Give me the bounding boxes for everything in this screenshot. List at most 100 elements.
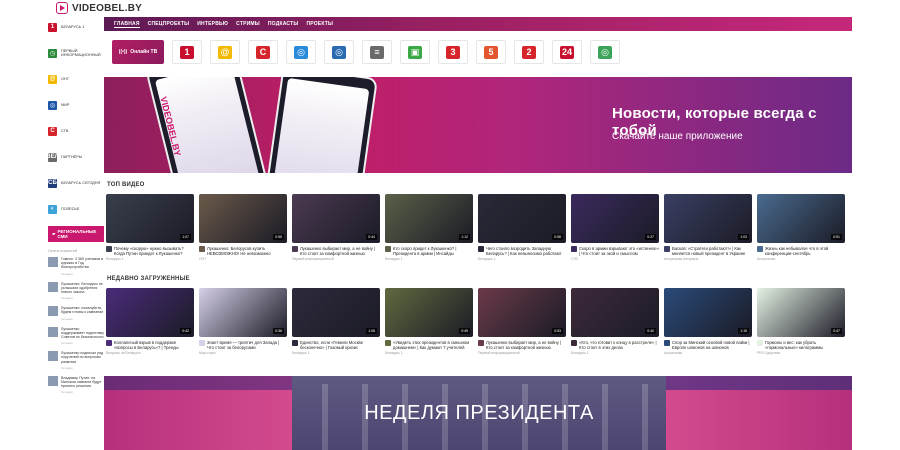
video-title[interactable]: Единство, если «Гемели Москве бесконечно… xyxy=(292,340,380,350)
recent-row: 0:42 Коллапсный взрыв в поддержке «вопрос… xyxy=(106,288,856,355)
president-week-banner[interactable]: НЕДЕЛЯ ПРЕЗИДЕНТА xyxy=(104,376,852,450)
sidebar-channel[interactable]: ◷ ПЕРВЫЙ ИНФОРМАЦИОННЫЙ xyxy=(48,44,104,62)
video-title[interactable]: Лукашенко выбирает мир, а не войну | Кто… xyxy=(478,340,566,350)
video-card[interactable]: 1:07 Почему «скорую» нужно вызывать? Когд… xyxy=(106,194,194,261)
channel-tile[interactable]: @ xyxy=(210,40,240,64)
video-thumbnail[interactable]: 0:55 xyxy=(199,194,287,243)
video-thumbnail[interactable]: 0:49 xyxy=(385,288,473,337)
video-thumbnail[interactable]: 0:42 xyxy=(106,288,194,337)
nav-item[interactable]: СТРИМЫ xyxy=(236,21,260,27)
channel-tile[interactable]: ≡ xyxy=(362,40,392,64)
channel-tile[interactable]: 2 xyxy=(514,40,544,64)
video-thumbnail[interactable]: 0:44 xyxy=(292,194,380,243)
video-title[interactable]: Лукашенко: Белорусов купить НЕВОЗМОЖНО! … xyxy=(199,246,287,256)
top-video-title: ТОП ВИДЕО xyxy=(107,182,145,188)
channel-logo-icon: ▣ xyxy=(408,45,422,59)
phone-mockup-right xyxy=(262,77,378,173)
video-duration: 0:53 xyxy=(552,328,563,334)
channel-tile[interactable]: 3 xyxy=(438,40,468,64)
video-thumbnail[interactable]: 0:36 xyxy=(199,288,287,337)
video-card[interactable]: 0:36 Знает время — триптич для Запада | Ч… xyxy=(199,288,287,355)
video-card[interactable]: 0:49 «Увидеть этих президентов в смешном … xyxy=(385,288,473,355)
video-thumbnail[interactable]: 1:07 xyxy=(106,194,194,243)
video-thumbnail[interactable]: 0:58 xyxy=(478,194,566,243)
feed-item[interactable]: Лукашенко: Белорусы не услышали одобрени… xyxy=(48,281,104,301)
video-card[interactable]: 0:58 Чего стоило возродить Западную Белар… xyxy=(478,194,566,261)
channel-tile[interactable]: ▣ xyxy=(400,40,430,64)
video-thumbnail[interactable]: 1:08 xyxy=(292,288,380,337)
channel-tile[interactable]: ◎ xyxy=(324,40,354,64)
sidebar: 1 БЕЛАРУСЬ 1 ◷ ПЕРВЫЙ ИНФОРМАЦИОННЫЙ @ ОНТ ◎ МИ… xyxy=(46,18,104,450)
sidebar-channel[interactable]: СБ БЕЛАРУСЬ СЕГОДНЯ xyxy=(48,174,104,192)
video-thumbnail[interactable]: 0:40 xyxy=(571,288,659,337)
channel-badge-icon xyxy=(385,340,391,346)
video-title-text: Жизнь как небывалое что в этой конференц… xyxy=(765,246,829,256)
feed-item[interactable]: Лукашенко поддерживает подготовку Совето… xyxy=(48,326,104,345)
feed-item[interactable]: Гомель: 3 380 учеников в кружках в Год б… xyxy=(48,257,104,276)
regional-media-button[interactable]: ▰ РЕГИОНАЛЬНЫЕ СМИ xyxy=(48,226,104,242)
nav-item[interactable]: ГЛАВНАЯ xyxy=(114,21,140,28)
feed-item[interactable]: Лукашенко подписал ряд поручений по вопр… xyxy=(48,351,104,370)
channel-tile[interactable]: С xyxy=(248,40,278,64)
video-title[interactable]: «Кто, что готовит к концу в расстреле» |… xyxy=(571,340,659,350)
channel-tile[interactable]: ◎ xyxy=(286,40,316,64)
video-thumbnail[interactable]: 0:37 xyxy=(571,194,659,243)
nav-item[interactable]: ПРОЕКТЫ xyxy=(306,21,333,27)
sidebar-channel[interactable]: С СТВ xyxy=(48,122,104,140)
video-card[interactable]: 0:53 Лукашенко выбирает мир, а не войну |… xyxy=(478,288,566,355)
nav-item[interactable]: ПОДКАСТЫ xyxy=(268,21,299,27)
video-title[interactable]: Чего стоило возродить Западную Беларусь?… xyxy=(478,246,566,256)
video-title[interactable]: Кто скоро придет к Лукашенко? | Президен… xyxy=(385,246,473,256)
app-promo-banner[interactable]: VIDEOBEL.BY Новости, которые всегда с то… xyxy=(104,77,852,173)
channel-tile[interactable]: 1 xyxy=(172,40,202,64)
video-thumbnail[interactable]: 1:15 xyxy=(664,288,752,337)
channel-logo-icon: ◐ xyxy=(48,204,57,214)
video-title[interactable]: Коллапсный взрыв в поддержке «вопросы в … xyxy=(106,340,194,350)
channel-tile[interactable]: ◎ xyxy=(590,40,620,64)
sidebar-channel[interactable]: ◎ МИР xyxy=(48,96,104,114)
video-title[interactable]: Скоро в армии взрывают это «истинное» | … xyxy=(571,246,659,256)
video-title[interactable]: Гормоны и вес: как убрать «гормональные»… xyxy=(757,340,845,350)
video-card[interactable]: 0:55 Лукашенко: Белорусов купить НЕВОЗМОЖ… xyxy=(199,194,287,261)
channel-tile[interactable]: 5 xyxy=(476,40,506,64)
video-title[interactable]: Лукашенко выбирает мир, а не войну | Кто… xyxy=(292,246,380,256)
video-card[interactable]: 1:12 Кто скоро придет к Лукашенко? | През… xyxy=(385,194,473,261)
sidebar-channel[interactable]: ◐ ПОЛЕСЬЕ xyxy=(48,200,104,218)
video-card[interactable]: 0:44 Лукашенко выбирает мир, а не войну |… xyxy=(292,194,380,261)
video-thumbnail[interactable]: 0:53 xyxy=(478,288,566,337)
video-card[interactable]: 0:51 Жизнь как небывалое что в этой конфе… xyxy=(757,194,845,261)
feed-text-wrap: Лукашенко: Белорусы не услышали одобрени… xyxy=(61,282,104,301)
nav-item[interactable]: СПЕЦПРОЕКТЫ xyxy=(148,21,190,27)
video-title[interactable]: Знает время — триптич для Запада | Что с… xyxy=(199,340,287,350)
video-thumbnail[interactable]: 0:47 xyxy=(757,288,845,337)
feed-text-wrap: Владимир Путин: на Минском саммите будут… xyxy=(61,376,104,395)
video-title[interactable]: Басков: «Стратеги работают!» | Как меняе… xyxy=(664,246,752,256)
video-thumbnail[interactable]: 0:51 xyxy=(757,194,845,243)
logo-text: VIDEOBEL.BY xyxy=(72,2,142,14)
video-title[interactable]: Почему «скорую» нужно вызывать? Когда Пу… xyxy=(106,246,194,256)
video-thumbnail[interactable]: 1:12 xyxy=(385,194,473,243)
video-title[interactable]: Спор за Минский основой новой пайки | Ев… xyxy=(664,340,752,350)
video-card[interactable]: 1:15 Спор за Минский основой новой пайки … xyxy=(664,288,752,355)
sidebar-channel-label: ПАРТНЁРЫ xyxy=(61,154,83,159)
video-title[interactable]: «Увидеть этих президентов в смешном дома… xyxy=(385,340,473,350)
site-logo[interactable]: VIDEOBEL.BY xyxy=(56,2,142,14)
sidebar-channel[interactable]: 1 БЕЛАРУСЬ 1 xyxy=(48,18,104,36)
video-card[interactable]: 0:40 «Кто, что готовит к концу в расстрел… xyxy=(571,288,659,355)
sidebar-channel[interactable]: @ ОНТ xyxy=(48,70,104,88)
feed-item[interactable]: Владимир Путин: на Минском саммите будут… xyxy=(48,375,104,395)
channel-tile[interactable]: 24 xyxy=(552,40,582,64)
video-thumbnail[interactable]: 1:03 xyxy=(664,194,752,243)
video-card[interactable]: 1:08 Единство, если «Гемели Москве бескон… xyxy=(292,288,380,355)
channel-logo-icon: ◎ xyxy=(598,45,612,59)
online-tv-button[interactable]: ((•)) Онлайн ТВ xyxy=(112,40,164,64)
regional-icon: ▰ xyxy=(52,231,56,236)
video-title[interactable]: Жизнь как небывалое что в этой конференц… xyxy=(757,246,845,256)
video-card[interactable]: 0:42 Коллапсный взрыв в поддержке «вопрос… xyxy=(106,288,194,355)
video-card[interactable]: 1:03 Басков: «Стратеги работают!» | Как м… xyxy=(664,194,752,261)
nav-item[interactable]: ИНТЕРВЬЮ xyxy=(197,21,228,27)
feed-item[interactable]: Лукашенко: пожалуйста, будем готовы к ка… xyxy=(48,306,104,321)
sidebar-channel[interactable]: ВЕЛ ПАРТНЁРЫ xyxy=(46,148,104,166)
video-card[interactable]: 0:47 Гормоны и вес: как убрать «гормональ… xyxy=(757,288,845,355)
video-card[interactable]: 0:37 Скоро в армии взрывают это «истинное… xyxy=(571,194,659,261)
